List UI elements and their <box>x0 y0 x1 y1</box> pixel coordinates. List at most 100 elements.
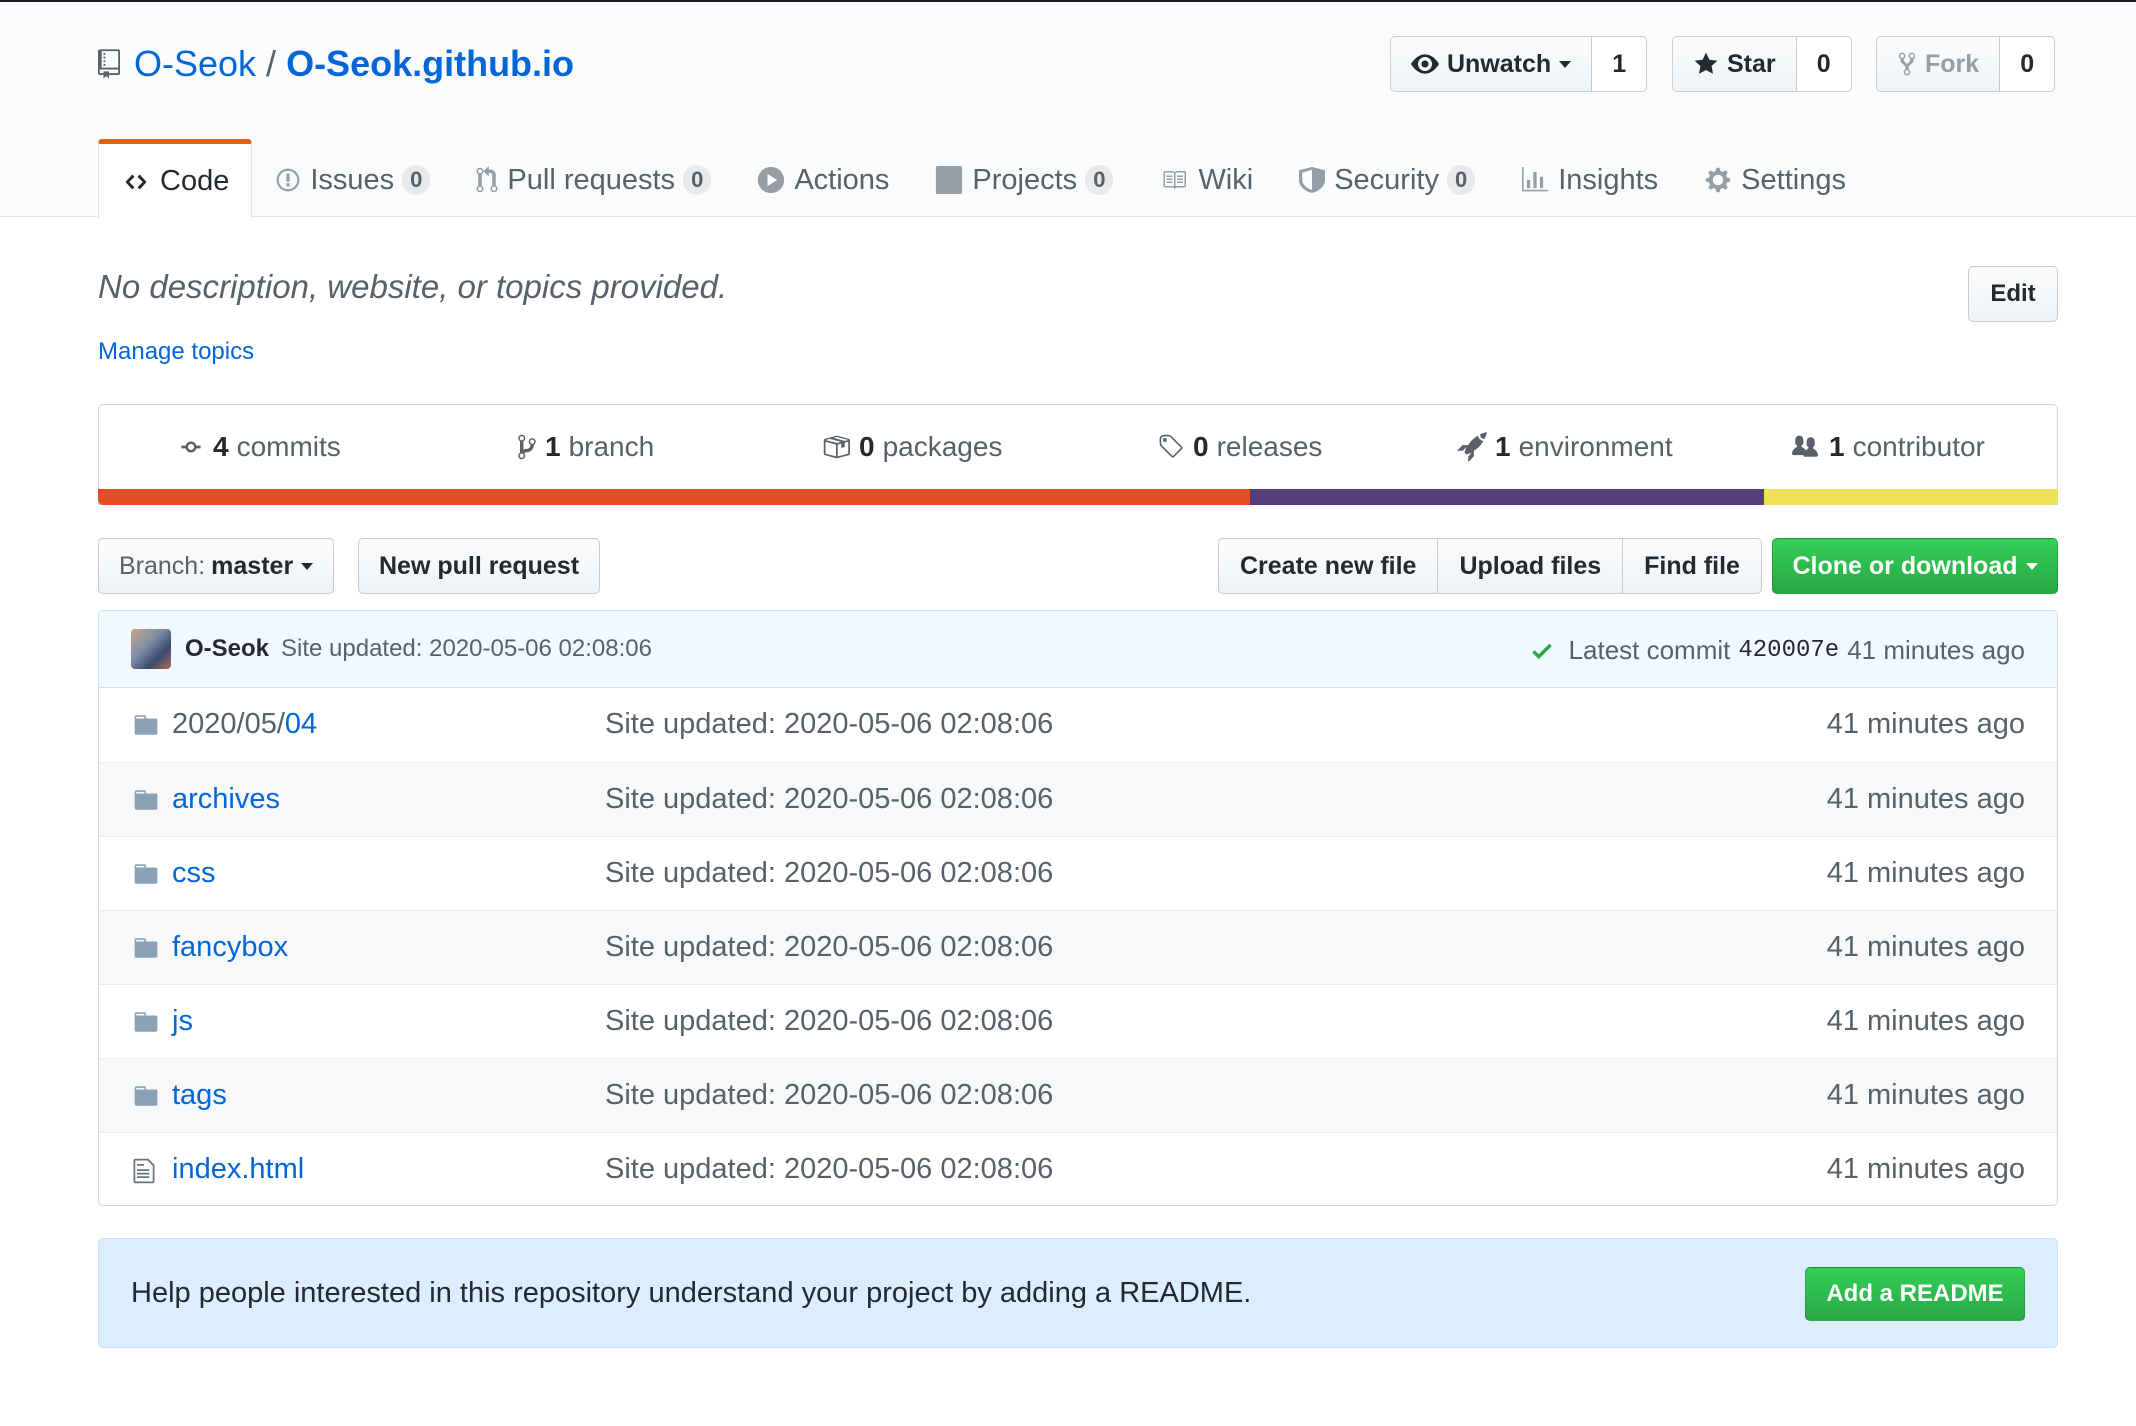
latest-commit-bar: O-Seok Site updated: 2020-05-06 02:08:06… <box>98 610 2058 688</box>
watchers-count[interactable]: 1 <box>1592 37 1647 91</box>
forks-count[interactable]: 0 <box>2000 37 2055 91</box>
branches-stat[interactable]: 1 branch <box>517 431 654 463</box>
file-name[interactable]: fancybox <box>172 931 288 963</box>
table-row: 2020/05/04 Site updated: 2020-05-06 02:08… <box>99 688 2057 762</box>
tab-security[interactable]: Security 0 <box>1276 139 1498 219</box>
tab-settings[interactable]: Settings <box>1681 139 1869 219</box>
file-name[interactable]: css <box>172 857 216 889</box>
create-new-file-button[interactable]: Create new file <box>1219 539 1439 593</box>
file-commit-age: 41 minutes ago <box>1826 857 2025 889</box>
file-commit-age: 41 minutes ago <box>1826 1079 2025 1111</box>
file-path-prefix[interactable]: 2020/05/ <box>172 708 285 740</box>
clone-or-download-button[interactable]: Clone or download <box>1772 538 2058 594</box>
tab-label: Issues <box>310 163 395 196</box>
file-name[interactable]: js <box>172 1005 193 1037</box>
shield-icon <box>1299 167 1326 193</box>
branch-select-value: master <box>211 551 294 580</box>
file-name[interactable]: archives <box>172 783 280 815</box>
contributors-label: contributor <box>1852 431 1985 462</box>
tab-pull-requests[interactable]: Pull requests 0 <box>453 139 734 219</box>
commit-author-link[interactable]: O-Seok <box>185 635 269 663</box>
contributors-stat[interactable]: 1 contributor <box>1789 431 1985 463</box>
gear-icon <box>1705 167 1731 193</box>
file-commit-message[interactable]: Site updated: 2020-05-06 02:08:06 <box>605 931 1053 964</box>
check-icon <box>1531 643 1552 659</box>
file-commit-message[interactable]: Site updated: 2020-05-06 02:08:06 <box>605 857 1053 890</box>
fork-button[interactable]: Fork <box>1877 37 2001 91</box>
manage-topics-link[interactable]: Manage topics <box>98 338 254 366</box>
tab-label: Security <box>1334 163 1439 196</box>
tab-label: Wiki <box>1198 163 1254 196</box>
readme-prompt: Help people interested in this repositor… <box>98 1238 2058 1348</box>
table-row: js Site updated: 2020-05-06 02:08:06 41 mi… <box>99 984 2057 1058</box>
file-commit-message[interactable]: Site updated: 2020-05-06 02:08:06 <box>605 708 1053 741</box>
file-commit-message[interactable]: Site updated: 2020-05-06 02:08:06 <box>605 783 1053 816</box>
avatar[interactable] <box>131 629 171 669</box>
new-pull-request-button[interactable]: New pull request <box>358 538 601 594</box>
environments-stat[interactable]: 1 environment <box>1457 431 1673 463</box>
file-commit-age: 41 minutes ago <box>1826 1153 2025 1185</box>
tab-label: Actions <box>794 163 890 196</box>
find-file-button[interactable]: Find file <box>1623 539 1761 593</box>
file-name-link[interactable]: fancybox <box>172 931 288 964</box>
tab-issues[interactable]: Issues 0 <box>252 139 453 219</box>
releases-stat[interactable]: 0 releases <box>1157 431 1322 463</box>
fork-button-group: Fork 0 <box>1876 36 2056 92</box>
tab-label: Settings <box>1741 163 1846 196</box>
code-icon <box>125 174 147 189</box>
repo-owner-link[interactable]: O-Seok <box>134 43 256 85</box>
language-bar-segment[interactable] <box>1250 489 1764 505</box>
file-name-link[interactable]: archives <box>172 783 280 816</box>
people-icon <box>1792 435 1818 457</box>
language-bar-segment[interactable] <box>1763 489 2058 505</box>
folder-icon <box>131 861 161 895</box>
star-button-group: Star 0 <box>1672 36 1852 92</box>
file-name-link[interactable]: tags <box>172 1079 227 1112</box>
file-name-link[interactable]: index.html <box>172 1153 304 1186</box>
readme-prompt-text: Help people interested in this repositor… <box>131 1277 1252 1309</box>
table-row: archives Site updated: 2020-05-06 02:08:0… <box>99 762 2057 836</box>
unwatch-button[interactable]: Unwatch <box>1391 37 1593 91</box>
releases-label: releases <box>1216 431 1323 462</box>
packages-count: 0 <box>859 431 875 462</box>
file-name[interactable]: index.html <box>172 1153 304 1185</box>
repo-icon <box>98 49 120 79</box>
pull-request-icon <box>476 166 498 193</box>
tab-wiki[interactable]: Wiki <box>1136 139 1276 219</box>
tab-projects[interactable]: Projects 0 <box>912 139 1136 219</box>
packages-stat[interactable]: 0 packages <box>821 431 1002 463</box>
star-button[interactable]: Star <box>1673 37 1797 91</box>
file-commit-message[interactable]: Site updated: 2020-05-06 02:08:06 <box>605 1153 1053 1186</box>
table-row: tags Site updated: 2020-05-06 02:08:06 41 … <box>99 1058 2057 1132</box>
language-bar[interactable] <box>98 489 2058 505</box>
file-name[interactable]: tags <box>172 1079 227 1111</box>
commit-sha-link[interactable]: 420007e <box>1738 637 1839 664</box>
file-commit-message[interactable]: Site updated: 2020-05-06 02:08:06 <box>605 1079 1053 1112</box>
stars-count[interactable]: 0 <box>1796 37 1851 91</box>
tab-insights[interactable]: Insights <box>1498 139 1681 219</box>
file-commit-age: 41 minutes ago <box>1826 783 2025 815</box>
tab-code[interactable]: Code <box>98 139 253 220</box>
branch-select-button[interactable]: Branch: master <box>98 538 335 594</box>
commits-stat[interactable]: 4 commits <box>177 431 341 463</box>
repo-separator: / <box>266 43 277 84</box>
language-bar-segment[interactable] <box>98 489 1251 505</box>
file-commit-message[interactable]: Site updated: 2020-05-06 02:08:06 <box>605 1005 1053 1038</box>
repo-header: O-Seok / O-Seok.github.io Unwatch 1 Star… <box>0 2 2136 220</box>
file-name-link[interactable]: 2020/05/04 <box>172 708 317 741</box>
folder-icon <box>131 712 161 746</box>
add-readme-button[interactable]: Add a README <box>1805 1267 2025 1321</box>
file-commit-age: 41 minutes ago <box>1826 708 2025 740</box>
file-name-link[interactable]: css <box>172 857 216 890</box>
commit-message-link[interactable]: Site updated: 2020-05-06 02:08:06 <box>281 635 652 663</box>
branch-select-label: Branch: <box>119 551 206 580</box>
tab-actions[interactable]: Actions <box>734 139 912 219</box>
repo-name-link[interactable]: O-Seok.github.io <box>286 43 574 85</box>
graph-icon <box>1522 167 1549 192</box>
file-name-link[interactable]: js <box>172 1005 193 1038</box>
edit-description-button[interactable]: Edit <box>1968 266 2058 322</box>
play-icon <box>758 166 785 194</box>
file-name[interactable]: 04 <box>285 708 317 740</box>
upload-files-button[interactable]: Upload files <box>1438 539 1624 593</box>
package-icon <box>823 435 850 459</box>
